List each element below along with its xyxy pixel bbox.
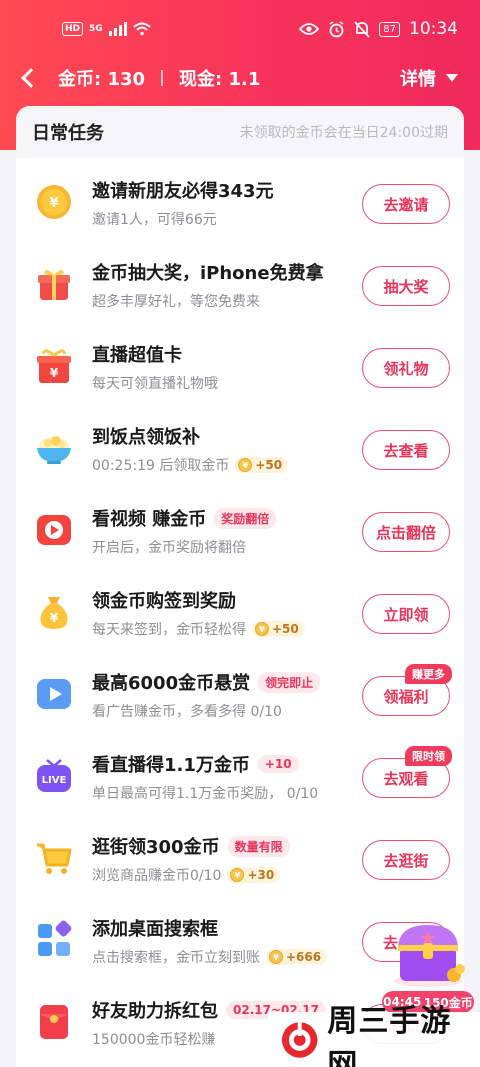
- claim-gift-button[interactable]: 领礼物: [362, 348, 450, 388]
- signal-icon: [108, 22, 127, 36]
- mute-bell-icon: [354, 20, 370, 38]
- task-row: 最高6000金币悬赏 领完即止 看广告赚金币，多看多得 0/10 领福利 赚更多: [16, 654, 464, 736]
- task-tag: 数量有限: [227, 835, 290, 857]
- task-title: 最高6000金币悬赏: [92, 673, 251, 694]
- expiry-note: 未领取的金币会在当日24:00过期: [239, 125, 448, 141]
- task-title: 好友助力拆红包: [92, 1001, 218, 1022]
- coin-icon: ¥: [230, 868, 245, 882]
- task-row: 逛街领300金币 数量有限 浏览商品赚金币0/10 ¥ +30 去逛街: [16, 818, 464, 900]
- chevron-left-icon: [21, 68, 41, 88]
- coin-icon: ¥: [238, 458, 253, 472]
- task-title: 直播超值卡: [92, 345, 182, 366]
- task-subtitle: 每天来签到，金币轻松得: [92, 622, 246, 638]
- cash-balance: 现金: 1.1: [179, 69, 261, 90]
- task-subtitle: 00:25:19 后领取金币: [92, 458, 230, 474]
- alarm-icon: [329, 20, 344, 37]
- task-subtitle: 单日最高可得1.1万金币奖励， 0/10: [92, 786, 319, 802]
- coin-reward-badge: ¥ +50: [235, 457, 289, 473]
- task-row: ¥ 领金币购签到奖励 每天来签到，金币轻松得 ¥ +50 立即领: [16, 572, 464, 654]
- caret-down-icon: [446, 74, 458, 82]
- coin-icon: ¥: [37, 185, 71, 219]
- apps-grid-icon: [38, 920, 72, 956]
- wifi-icon: [133, 22, 151, 36]
- task-subtitle: 邀请1人，可得66元: [92, 212, 217, 228]
- view-button[interactable]: 去查看: [362, 430, 450, 470]
- shopping-cart-icon: [37, 843, 72, 874]
- ad-play-icon: [37, 679, 71, 709]
- watermark: 周三手游网: [268, 1004, 480, 1067]
- back-button[interactable]: [0, 58, 58, 98]
- status-bar: HD 5G 87 10:34: [0, 0, 480, 58]
- status-left: HD 5G: [62, 22, 151, 36]
- section-title: 日常任务: [32, 123, 104, 144]
- task-title: 看视频 赚金币: [92, 509, 207, 530]
- gift-box-icon: [38, 269, 70, 300]
- network-label: 5G: [89, 24, 103, 34]
- detail-dropdown[interactable]: 详情: [400, 58, 458, 98]
- red-gift-icon: ¥: [37, 349, 71, 383]
- coin-icon: ¥: [269, 950, 283, 964]
- svg-text:¥: ¥: [49, 196, 58, 211]
- task-row: 金币抽大奖，iPhone免费拿 超多丰厚好礼，等您免费来 抽大奖: [16, 244, 464, 326]
- claim-now-button[interactable]: 立即领: [362, 594, 450, 634]
- red-envelope-icon: [40, 1005, 68, 1039]
- lottery-button[interactable]: 抽大奖: [362, 266, 450, 306]
- coin-icon: ¥: [255, 622, 269, 636]
- task-title: 领金币购签到奖励: [92, 591, 236, 612]
- status-right: 87 10:34: [299, 19, 458, 39]
- task-title: 到饭点领饭补: [92, 427, 200, 448]
- task-subtitle: 每天可领直播礼物哦: [92, 376, 218, 392]
- task-title: 金币抽大奖，iPhone免费拿: [92, 263, 324, 284]
- task-title: 添加桌面搜索框: [92, 919, 218, 940]
- money-bag-icon: ¥: [40, 597, 68, 629]
- task-subtitle: 超多丰厚好礼，等您免费来: [92, 294, 260, 310]
- task-tag: 领完即止: [258, 671, 321, 693]
- coin-reward-badge: ¥ +50: [252, 621, 305, 637]
- task-title: 邀请新朋友必得343元: [92, 181, 274, 202]
- card-header: 日常任务 未领取的金币会在当日24:00过期: [16, 106, 464, 158]
- watermark-logo-icon: [281, 1021, 318, 1058]
- hd-badge: HD: [62, 22, 84, 36]
- nav-bar: 金币: 130 现金: 1.1 详情: [0, 58, 480, 98]
- nav-divider: [161, 70, 164, 86]
- earn-more-badge: 赚更多: [405, 664, 452, 684]
- coin-reward-badge: ¥ +30: [227, 867, 281, 883]
- task-row: ¥ 直播超值卡 每天可领直播礼物哦 领礼物: [16, 326, 464, 408]
- task-subtitle: 150000金币轻松赚: [92, 1032, 216, 1048]
- task-row: LIVE 看直播得1.1万金币 +10 单日最高可得1.1万金币奖励， 0/10…: [16, 736, 464, 818]
- task-subtitle: 看广告赚金币，多看多得 0/10: [92, 704, 282, 720]
- treasure-chest-icon: [394, 925, 465, 987]
- coin-reward-badge: ¥ +666: [266, 949, 328, 965]
- video-play-icon: [37, 515, 71, 545]
- task-subtitle: 浏览商品赚金币0/10: [92, 868, 222, 884]
- task-title: 逛街领300金币: [92, 837, 220, 858]
- go-shopping-button[interactable]: 去逛街: [362, 840, 450, 880]
- live-tv-icon: LIVE: [37, 759, 71, 792]
- task-title: 看直播得1.1万金币: [92, 755, 250, 776]
- eye-icon: [299, 23, 320, 35]
- task-row: 看视频 赚金币 奖励翻倍 开启后，金币奖励将翻倍 点击翻倍: [16, 490, 464, 572]
- task-tag: +10: [257, 755, 299, 773]
- battery-indicator: 87: [379, 21, 400, 37]
- invite-button[interactable]: 去邀请: [362, 184, 450, 224]
- task-tag: 奖励翻倍: [214, 507, 277, 529]
- svg-text:¥: ¥: [50, 366, 59, 380]
- svg-text:LIVE: LIVE: [42, 775, 67, 786]
- rice-bowl-icon: [37, 436, 71, 464]
- task-row: ¥ 邀请新朋友必得343元 邀请1人，可得66元 去邀请: [16, 162, 464, 244]
- task-subtitle: 点击搜索框，金币立刻到账: [92, 950, 260, 966]
- svg-text:¥: ¥: [50, 611, 59, 625]
- watermark-text: 周三手游网: [327, 1003, 452, 1067]
- double-reward-button[interactable]: 点击翻倍: [362, 512, 450, 552]
- coin-balance: 金币: 130: [58, 69, 146, 90]
- task-row: 到饭点领饭补 00:25:19 后领取金币 ¥ +50 去查看: [16, 408, 464, 490]
- clock: 10:34: [409, 19, 458, 39]
- limited-time-badge: 限时领: [405, 746, 452, 766]
- detail-label: 详情: [400, 69, 436, 90]
- task-subtitle: 开启后，金币奖励将翻倍: [92, 540, 246, 556]
